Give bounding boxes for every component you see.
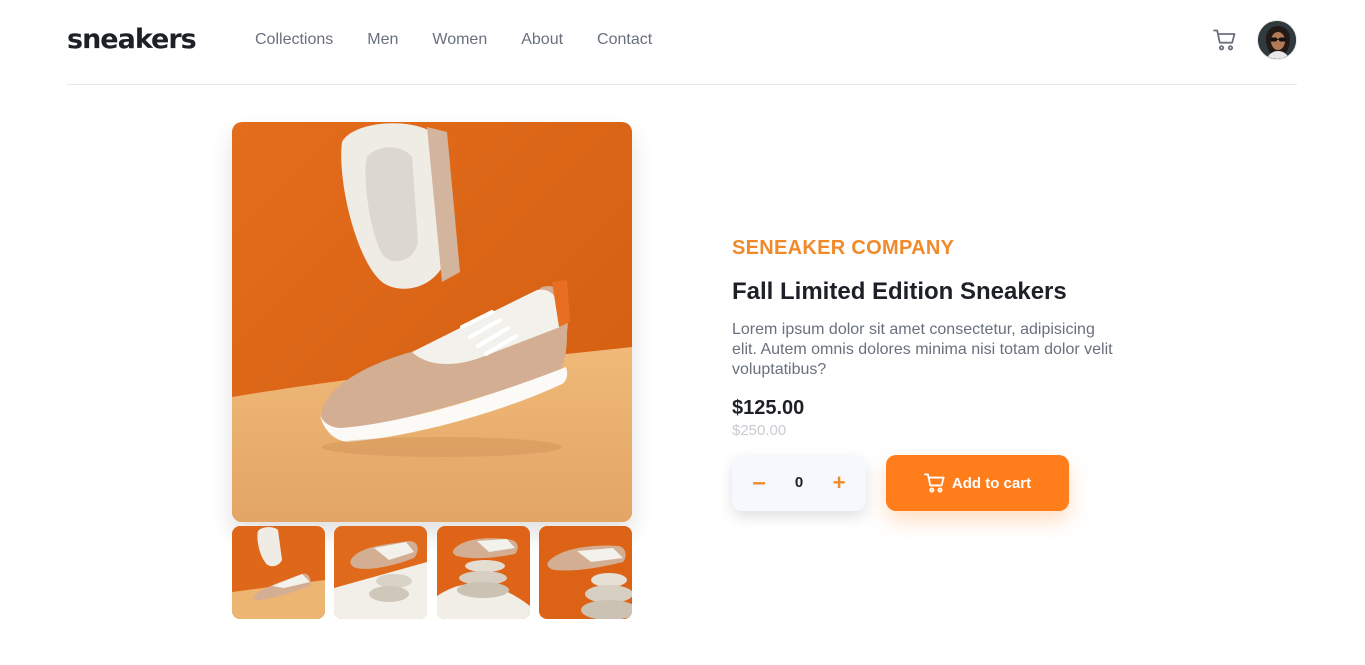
nav-contact[interactable]: Contact (597, 30, 652, 50)
thumbnail-3[interactable] (436, 526, 530, 619)
avatar[interactable] (1257, 20, 1297, 60)
thumbnail-list (232, 526, 632, 619)
company-name: SENEAKER COMPANY (732, 237, 955, 259)
thumbnail-1[interactable] (232, 526, 325, 619)
add-to-cart-button[interactable]: Add to cart (886, 455, 1069, 511)
thumbnail-4[interactable] (538, 526, 632, 619)
add-to-cart-label: Add to cart (951, 474, 1032, 492)
nav-women[interactable]: Women (432, 30, 487, 50)
increment-button[interactable]: + (826, 469, 852, 497)
thumbnail-2[interactable] (334, 526, 428, 619)
site-header: sneakers Collections Men Women About Con… (67, 0, 1297, 85)
product-main-image[interactable] (232, 122, 632, 522)
product-description: Lorem ipsum dolor sit amet consectetur, … (732, 321, 1113, 378)
original-price: $250.00 (732, 422, 787, 439)
current-price: $125.00 (732, 397, 805, 419)
nav-collections[interactable]: Collections (255, 30, 333, 50)
quantity-stepper: – 0 + (732, 455, 866, 511)
product-title: Fall Limited Edition Sneakers (732, 278, 1067, 305)
main-nav: Collections Men Women About Contact (255, 30, 686, 50)
nav-about[interactable]: About (521, 30, 563, 50)
quantity-value: 0 (794, 474, 804, 491)
cart-icon (923, 473, 945, 493)
cart-icon[interactable] (1213, 29, 1237, 51)
nav-men[interactable]: Men (367, 30, 398, 50)
logo[interactable]: sneakers (67, 22, 197, 58)
decrement-button[interactable]: – (746, 469, 772, 497)
